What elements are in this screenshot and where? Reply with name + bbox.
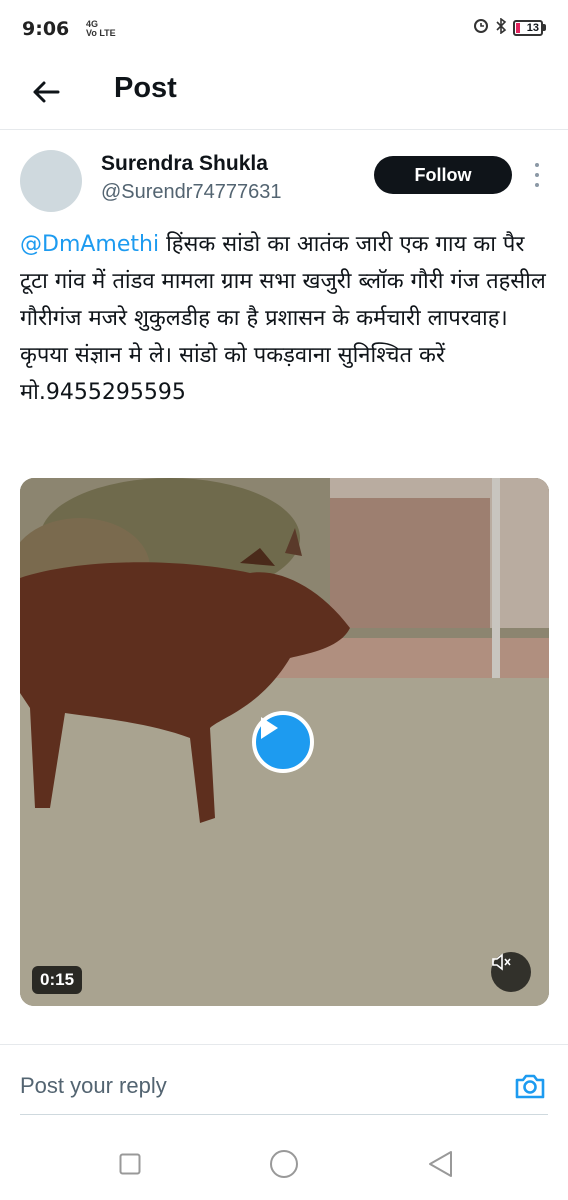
triangle-back-icon [429,1151,452,1177]
author-handle[interactable]: @Surendr74777631 [101,181,281,204]
follow-button[interactable]: Follow [374,156,512,194]
mention-link[interactable]: @DmAmethi [20,232,159,257]
author-name[interactable]: Surendra Shukla [101,152,268,176]
volte-label: Vo LTE [86,28,116,38]
avatar[interactable] [20,150,82,212]
reply-input[interactable] [20,1066,490,1106]
muted-speaker-icon [492,953,511,971]
more-dot [535,183,539,187]
circle-icon [270,1150,298,1178]
post-header: Post [0,58,568,130]
camera-button[interactable] [512,1068,548,1104]
arrow-left-icon [33,81,60,103]
recents-button[interactable] [112,1146,148,1182]
more-dot [535,173,539,177]
tweet-body: हिंसक सांडो का आतंक जारी एक गाय का पैर ट… [20,232,546,405]
back-button[interactable] [26,72,66,112]
status-icons: 13 [473,17,546,37]
reply-underline [20,1114,548,1115]
play-icon [261,717,278,739]
more-dot [535,163,539,167]
divider [0,1044,568,1045]
play-button[interactable] [252,711,314,773]
battery-level: 13 [513,19,543,36]
more-options-button[interactable] [528,160,546,190]
battery-tip [543,24,546,31]
system-nav-bar [0,1130,568,1200]
page-title: Post [114,72,177,104]
video-player[interactable]: 0:15 [20,478,549,1006]
status-time: 9:06 [22,18,70,40]
status-bar: 9:06 4G Vo LTE 13 [0,0,568,58]
video-duration: 0:15 [32,966,83,994]
tweet-text: @DmAmethi हिंसक सांडो का आतंक जारी एक गा… [20,226,550,411]
mute-button[interactable] [491,952,531,992]
camera-icon [515,1074,545,1099]
network-indicator: 4G Vo LTE [86,20,116,38]
home-button[interactable] [266,1146,302,1182]
square-icon [119,1153,141,1175]
bluetooth-icon [495,17,507,37]
back-nav-button[interactable] [422,1146,458,1182]
alarm-icon [473,18,489,37]
battery-icon: 13 [513,19,546,36]
